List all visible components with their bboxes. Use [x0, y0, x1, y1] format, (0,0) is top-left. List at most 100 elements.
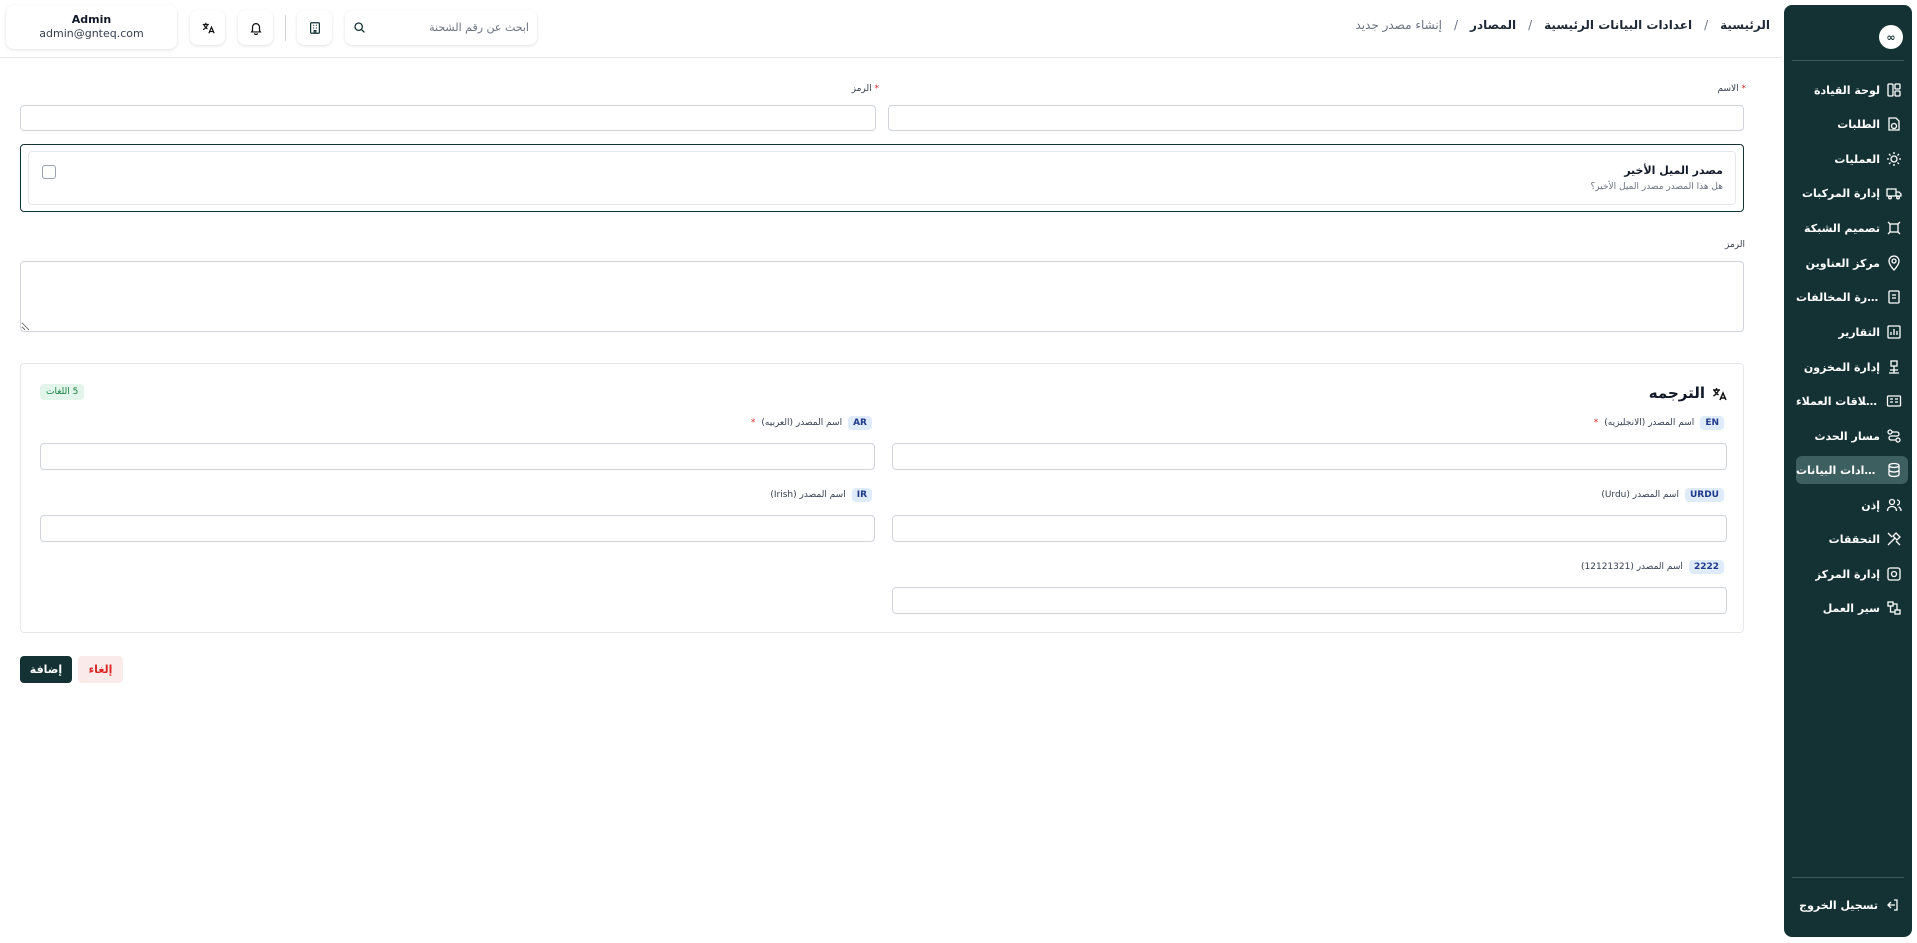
- field-label-text: اسم المصدر (العربيه): [761, 418, 843, 428]
- cancel-button[interactable]: إلغاء: [78, 656, 123, 683]
- dashboard-icon: [1887, 83, 1901, 97]
- translate-icon: [1713, 388, 1727, 401]
- sidebar-item-label: التحققات: [1828, 532, 1880, 546]
- sidebar-item-orders[interactable]: الطلبات: [1796, 110, 1908, 138]
- logout-button[interactable]: تسجيل الخروج: [1799, 897, 1900, 913]
- field-label-urdu: URDU اسم المصدر (Urdu): [1601, 488, 1724, 502]
- route-icon: [1887, 429, 1901, 443]
- sidebar-item-crm[interactable]: إدارة علاقات العملاء: [1796, 387, 1908, 415]
- network-icon: [1887, 221, 1901, 235]
- crm-icon: [1886, 395, 1902, 407]
- location-icon: [1888, 255, 1900, 271]
- operations-icon: [1887, 152, 1901, 166]
- bell-icon: [249, 22, 262, 35]
- inventory-icon: [1889, 360, 1899, 374]
- sidebar-item-label: إدارة المخالفات: [1796, 290, 1880, 304]
- sidebar-divider: [1792, 60, 1904, 61]
- lang-badge-2222: 2222: [1688, 560, 1724, 574]
- source-name-urdu-input[interactable]: [892, 515, 1727, 542]
- last-mile-title: مصدر الميل الأخير: [1624, 164, 1723, 177]
- sidebar-item-dashboard[interactable]: لوحة القيادة: [1796, 76, 1908, 104]
- lang-badge-ar: AR: [848, 416, 872, 430]
- sidebar-item-violations[interactable]: إدارة المخالفات: [1796, 283, 1908, 311]
- source-name-en-input[interactable]: [892, 443, 1727, 470]
- field-label-en: EN اسم المصدر (الانجليزيه) *: [1594, 416, 1724, 430]
- header-divider: [285, 15, 286, 41]
- sidebar-item-label: اعدادات البيانات...: [1796, 463, 1880, 477]
- sidebar-item-addresses[interactable]: مركز العناوين: [1796, 249, 1908, 277]
- sidebar-item-label: العمليات: [1834, 152, 1880, 166]
- sidebar-item-label: تصميم الشبكة: [1804, 221, 1880, 235]
- sidebar-item-workflow[interactable]: سير العمل: [1796, 594, 1908, 622]
- sidebar-item-label: إدارة المركز: [1814, 567, 1880, 581]
- sidebar: ∞ لوحة القيادة الطلبات العمليات إدارة ال…: [1784, 5, 1912, 937]
- sidebar-item-label: سير العمل: [1822, 601, 1880, 615]
- code-textarea[interactable]: [20, 261, 1744, 332]
- truck-icon: [1886, 188, 1902, 200]
- name-label: * الاسم: [1717, 84, 1746, 94]
- users-icon: [1886, 498, 1902, 512]
- source-name-ir-input[interactable]: [40, 515, 875, 542]
- header-divider: [0, 57, 1782, 58]
- sidebar-item-label: إدارة المركبات: [1801, 186, 1880, 200]
- breadcrumb-master-data[interactable]: اعدادات البيانات الرئيسية: [1544, 18, 1692, 32]
- source-name-ar-input[interactable]: [40, 443, 875, 470]
- sidebar-item-permission[interactable]: إذن: [1796, 491, 1908, 519]
- sidebar-item-vehicles[interactable]: إدارة المركبات: [1796, 179, 1908, 207]
- last-mile-checkbox[interactable]: [42, 165, 56, 179]
- breadcrumb: الرئيسية / اعدادات البيانات الرئيسية / ا…: [1355, 18, 1770, 32]
- user-menu[interactable]: Admin admin@gnteq.com: [6, 5, 177, 49]
- tools-icon: [1887, 532, 1901, 546]
- breadcrumb-home[interactable]: الرئيسية: [1720, 18, 1770, 32]
- field-label-text: اسم المصدر (12121321): [1581, 562, 1683, 572]
- breadcrumb-current: إنشاء مصدر جديد: [1355, 18, 1442, 32]
- sidebar-item-center[interactable]: إدارة المركز: [1796, 560, 1908, 588]
- workflow-icon: [1887, 601, 1901, 615]
- field-label-text: اسم المصدر (Urdu): [1601, 490, 1679, 500]
- field-label-text: اسم المصدر (Irish): [770, 490, 846, 500]
- required-mark: *: [1741, 84, 1747, 94]
- field-label-ir: IR اسم المصدر (Irish): [770, 488, 872, 502]
- field-label-2222: 2222 اسم المصدر (12121321): [1581, 560, 1724, 574]
- building-icon: [309, 21, 320, 34]
- last-mile-panel: مصدر الميل الأخير هل هذا المصدر مصدر الم…: [28, 151, 1736, 205]
- center-icon: [1887, 567, 1901, 581]
- sidebar-item-label: إدارة علاقات العملاء: [1796, 394, 1880, 408]
- source-name-2222-input[interactable]: [892, 587, 1727, 614]
- sidebar-item-verifications[interactable]: التحققات: [1796, 525, 1908, 553]
- sidebar-item-label: التقارير: [1838, 325, 1880, 339]
- logout-label: تسجيل الخروج: [1799, 898, 1878, 912]
- sidebar-item-event-route[interactable]: مسار الحدث: [1796, 422, 1908, 450]
- field-label-ar: AR اسم المصدر (العربيه) *: [751, 416, 872, 430]
- name-input[interactable]: [888, 105, 1744, 131]
- sidebar-item-label: لوحة القيادة: [1813, 83, 1880, 97]
- logo[interactable]: ∞: [1879, 25, 1903, 49]
- languages-count-badge: 5 اللغات: [40, 384, 85, 400]
- sidebar-item-label: الطلبات: [1837, 117, 1880, 131]
- language-button[interactable]: [190, 10, 225, 45]
- sidebar-item-label: مسار الحدث: [1814, 429, 1880, 443]
- sidebar-item-operations[interactable]: العمليات: [1796, 145, 1908, 173]
- database-icon: [1888, 462, 1900, 478]
- lang-badge-urdu: URDU: [1684, 488, 1724, 502]
- breadcrumb-separator: /: [1454, 18, 1459, 32]
- add-button[interactable]: إضافة: [20, 656, 72, 683]
- required-mark: *: [874, 84, 880, 94]
- search-box[interactable]: [345, 10, 537, 45]
- sidebar-item-label: مركز العناوين: [1805, 256, 1880, 270]
- translate-icon: [202, 22, 215, 33]
- code-input[interactable]: [20, 105, 876, 131]
- sidebar-item-inventory[interactable]: إدارة المخزون: [1796, 353, 1908, 381]
- sidebar-item-network[interactable]: تصميم الشبكة: [1796, 214, 1908, 242]
- sidebar-divider: [1792, 877, 1904, 878]
- company-button[interactable]: [297, 10, 332, 45]
- code-textarea-label: الرمز: [1725, 240, 1745, 250]
- sidebar-item-master-data[interactable]: اعدادات البيانات...: [1796, 456, 1908, 484]
- breadcrumb-sources[interactable]: المصادر: [1470, 18, 1516, 32]
- reports-icon: [1887, 325, 1901, 339]
- sidebar-item-reports[interactable]: التقارير: [1796, 318, 1908, 346]
- code-label: * الرمز: [851, 84, 880, 94]
- breadcrumb-separator: /: [1704, 18, 1709, 32]
- notifications-button[interactable]: [238, 10, 273, 45]
- search-input[interactable]: [366, 21, 529, 34]
